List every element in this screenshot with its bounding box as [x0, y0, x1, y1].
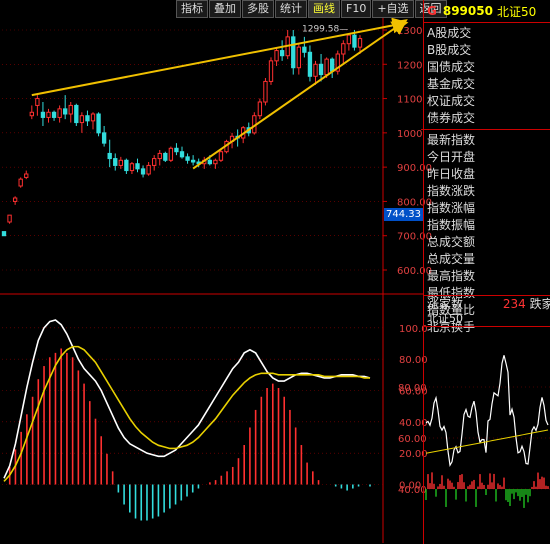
- candle-body: [318, 63, 324, 76]
- current-price-tag: 744.33: [384, 208, 423, 221]
- candle-body: [324, 58, 329, 76]
- breadth-subtitle: 北证50: [424, 312, 550, 327]
- candle-body: [40, 111, 46, 118]
- candle-body: [346, 34, 352, 45]
- candle-body: [179, 151, 185, 158]
- stock-code: 899050: [442, 4, 493, 18]
- turnover-menu: A股成交 B股成交 国债成交 基金成交 权证成交 债券成交: [424, 23, 550, 127]
- toolbar-button-2[interactable]: 多股: [242, 0, 274, 18]
- side-menu-item[interactable]: 指数涨跌: [427, 183, 550, 200]
- breadth-panel: 涨家数 234 跌家数 北证50: [423, 295, 550, 544]
- candle-body: [96, 113, 101, 134]
- advancers-label: 涨家数: [427, 297, 464, 311]
- side-menu-item[interactable]: 昨日收盘: [427, 166, 550, 183]
- divider: [421, 129, 550, 130]
- candle-body: [124, 159, 129, 172]
- candle-body: [174, 147, 179, 153]
- candle-body: [257, 101, 263, 117]
- candle-body: [313, 63, 318, 77]
- candle-body: [12, 197, 18, 202]
- candle-body: [168, 147, 174, 161]
- candle-body: [7, 214, 12, 223]
- side-menu-item[interactable]: 今日开盘: [427, 149, 550, 166]
- candle-body: [357, 38, 363, 48]
- candle-body: [330, 58, 335, 72]
- toolbar-button-5[interactable]: F10: [341, 0, 372, 18]
- candle-body: [129, 163, 135, 172]
- candle-body: [135, 163, 140, 170]
- candle-body: [140, 168, 146, 175]
- candle-body: [268, 60, 274, 82]
- market-flag: G: [427, 4, 437, 18]
- candle-body: [90, 113, 96, 122]
- candle-body: [29, 111, 34, 117]
- toolbar-button-6[interactable]: +自选: [372, 0, 414, 18]
- candle-body: [113, 158, 118, 166]
- candle-body: [146, 164, 151, 175]
- side-menu-item[interactable]: 权证成交: [427, 93, 550, 110]
- candle-body: [85, 115, 90, 122]
- candle-body: [46, 111, 51, 118]
- toolbar-button-1[interactable]: 叠加: [209, 0, 241, 18]
- candle-body: [74, 104, 79, 124]
- candle-body: [18, 178, 23, 187]
- candle-body: [24, 173, 29, 178]
- candle-body: [274, 50, 279, 62]
- candle-body: [302, 46, 307, 53]
- candle-body: [218, 151, 224, 161]
- side-menu-item[interactable]: 基金成交: [427, 76, 550, 93]
- decliners-label: 跌家数: [529, 297, 550, 311]
- candle-body: [296, 46, 301, 69]
- toolbar: 指标 叠加 多股 统计 画线 F10 +自选 返回: [176, 0, 448, 18]
- side-menu-item[interactable]: 总成交量: [427, 251, 550, 268]
- candle-body: [207, 159, 212, 165]
- candle-body: [79, 115, 85, 124]
- high-price-label: 1299.58—: [302, 24, 348, 34]
- candle-body: [51, 111, 57, 118]
- candle-body: [1, 231, 7, 237]
- macd-dif-line: [3, 319, 371, 479]
- candle-body: [279, 50, 285, 57]
- side-menu-item[interactable]: 指数涨幅: [427, 200, 550, 217]
- candle-body: [118, 159, 123, 166]
- candle-body: [163, 152, 168, 161]
- side-menu-item[interactable]: 最高指数: [427, 268, 550, 285]
- side-menu-item[interactable]: 总成交额: [427, 234, 550, 251]
- macd-dea-line: [3, 345, 370, 482]
- candle-body: [352, 34, 357, 48]
- side-menu-item[interactable]: 指数振幅: [427, 217, 550, 234]
- price-tick-label: 1000: [397, 129, 422, 140]
- candle-body: [291, 36, 296, 69]
- stock-header[interactable]: G 899050 北证50: [424, 0, 550, 23]
- candle-body: [185, 156, 190, 161]
- candle-body: [213, 159, 218, 165]
- advancers-value: 234: [502, 297, 526, 311]
- toolbar-button-3[interactable]: 统计: [275, 0, 307, 18]
- candle-body: [152, 158, 157, 166]
- side-menu-item[interactable]: A股成交: [427, 25, 550, 42]
- candle-body: [68, 104, 73, 115]
- toolbar-button-4[interactable]: 画线: [308, 0, 340, 18]
- side-menu-item[interactable]: 国债成交: [427, 59, 550, 76]
- toolbar-button-0[interactable]: 指标: [176, 0, 208, 18]
- candle-body: [341, 43, 346, 55]
- candle-body: [57, 108, 62, 118]
- breadth-header: 涨家数 234 跌家数: [424, 296, 550, 312]
- candle-body: [101, 132, 107, 144]
- candle-body: [307, 51, 313, 77]
- candle-body: [107, 152, 112, 160]
- price-tick-label: 1100: [397, 95, 422, 106]
- candle-body: [63, 108, 68, 115]
- candle-body: [157, 152, 162, 160]
- price-tick-label: 1300: [397, 26, 422, 37]
- side-menu-item[interactable]: B股成交: [427, 42, 550, 59]
- stock-name: 北证50: [496, 4, 537, 19]
- side-panel: G 899050 北证50 A股成交 B股成交 国债成交 基金成交 权证成交 债券成交 最…: [421, 0, 550, 334]
- price-tick-label: 1200: [397, 60, 422, 71]
- candle-body: [263, 80, 268, 103]
- side-menu-item[interactable]: 最新指数: [427, 132, 550, 149]
- candle-body: [35, 98, 40, 106]
- side-menu-item[interactable]: 债券成交: [427, 110, 550, 127]
- candle-body: [190, 159, 196, 163]
